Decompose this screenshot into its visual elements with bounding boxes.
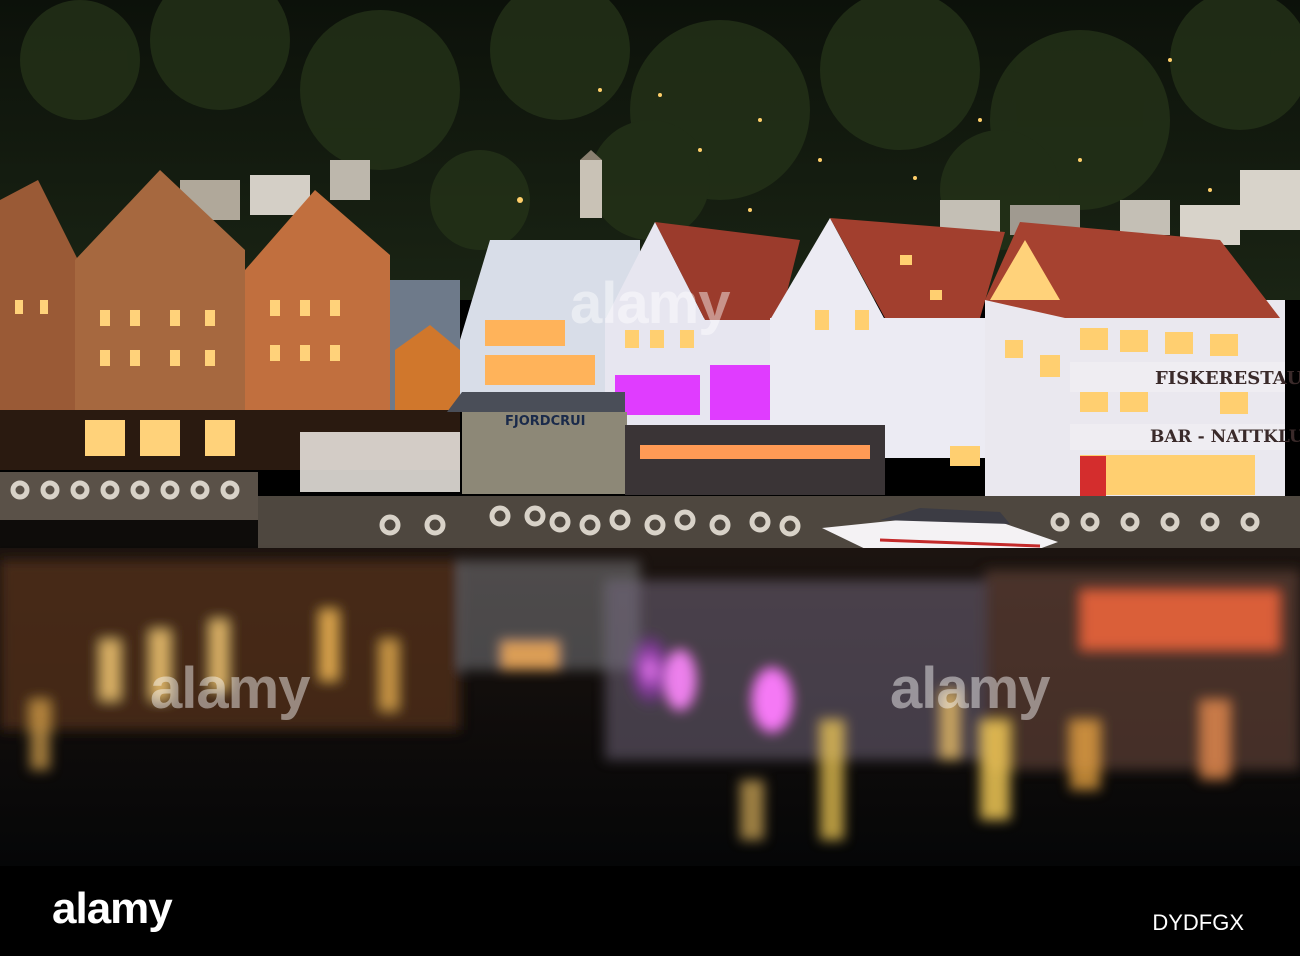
- watermark-left: alamy: [150, 656, 310, 721]
- sign-bar: BAR - NATTKLUBB: [1150, 427, 1300, 447]
- church-tower: [580, 160, 602, 218]
- harbour-scene: FISKERESTAURANT BAR - NATTKLUBB FJORDCRU…: [0, 0, 1300, 866]
- terrace: [625, 425, 885, 495]
- kiosk-roof: [447, 392, 625, 412]
- quay-right: [258, 496, 1300, 548]
- photo: FISKERESTAURANT BAR - NATTKLUBB FJORDCRU…: [0, 0, 1300, 956]
- footer-bar: [0, 866, 1300, 956]
- red-door: [1080, 456, 1106, 500]
- terrace-awning: [300, 432, 460, 492]
- watermark-right: alamy: [890, 656, 1050, 721]
- sign-kiosk: FJORDCRUI: [505, 414, 586, 429]
- sign-restaurant: FISKERESTAURANT: [1155, 368, 1300, 389]
- terrace-lights: [640, 445, 870, 459]
- image-code: DYDFGX: [1152, 910, 1244, 935]
- watermark-center: alamy: [570, 271, 730, 336]
- quay-left: [0, 472, 258, 520]
- footer-logo[interactable]: alamy: [52, 884, 173, 934]
